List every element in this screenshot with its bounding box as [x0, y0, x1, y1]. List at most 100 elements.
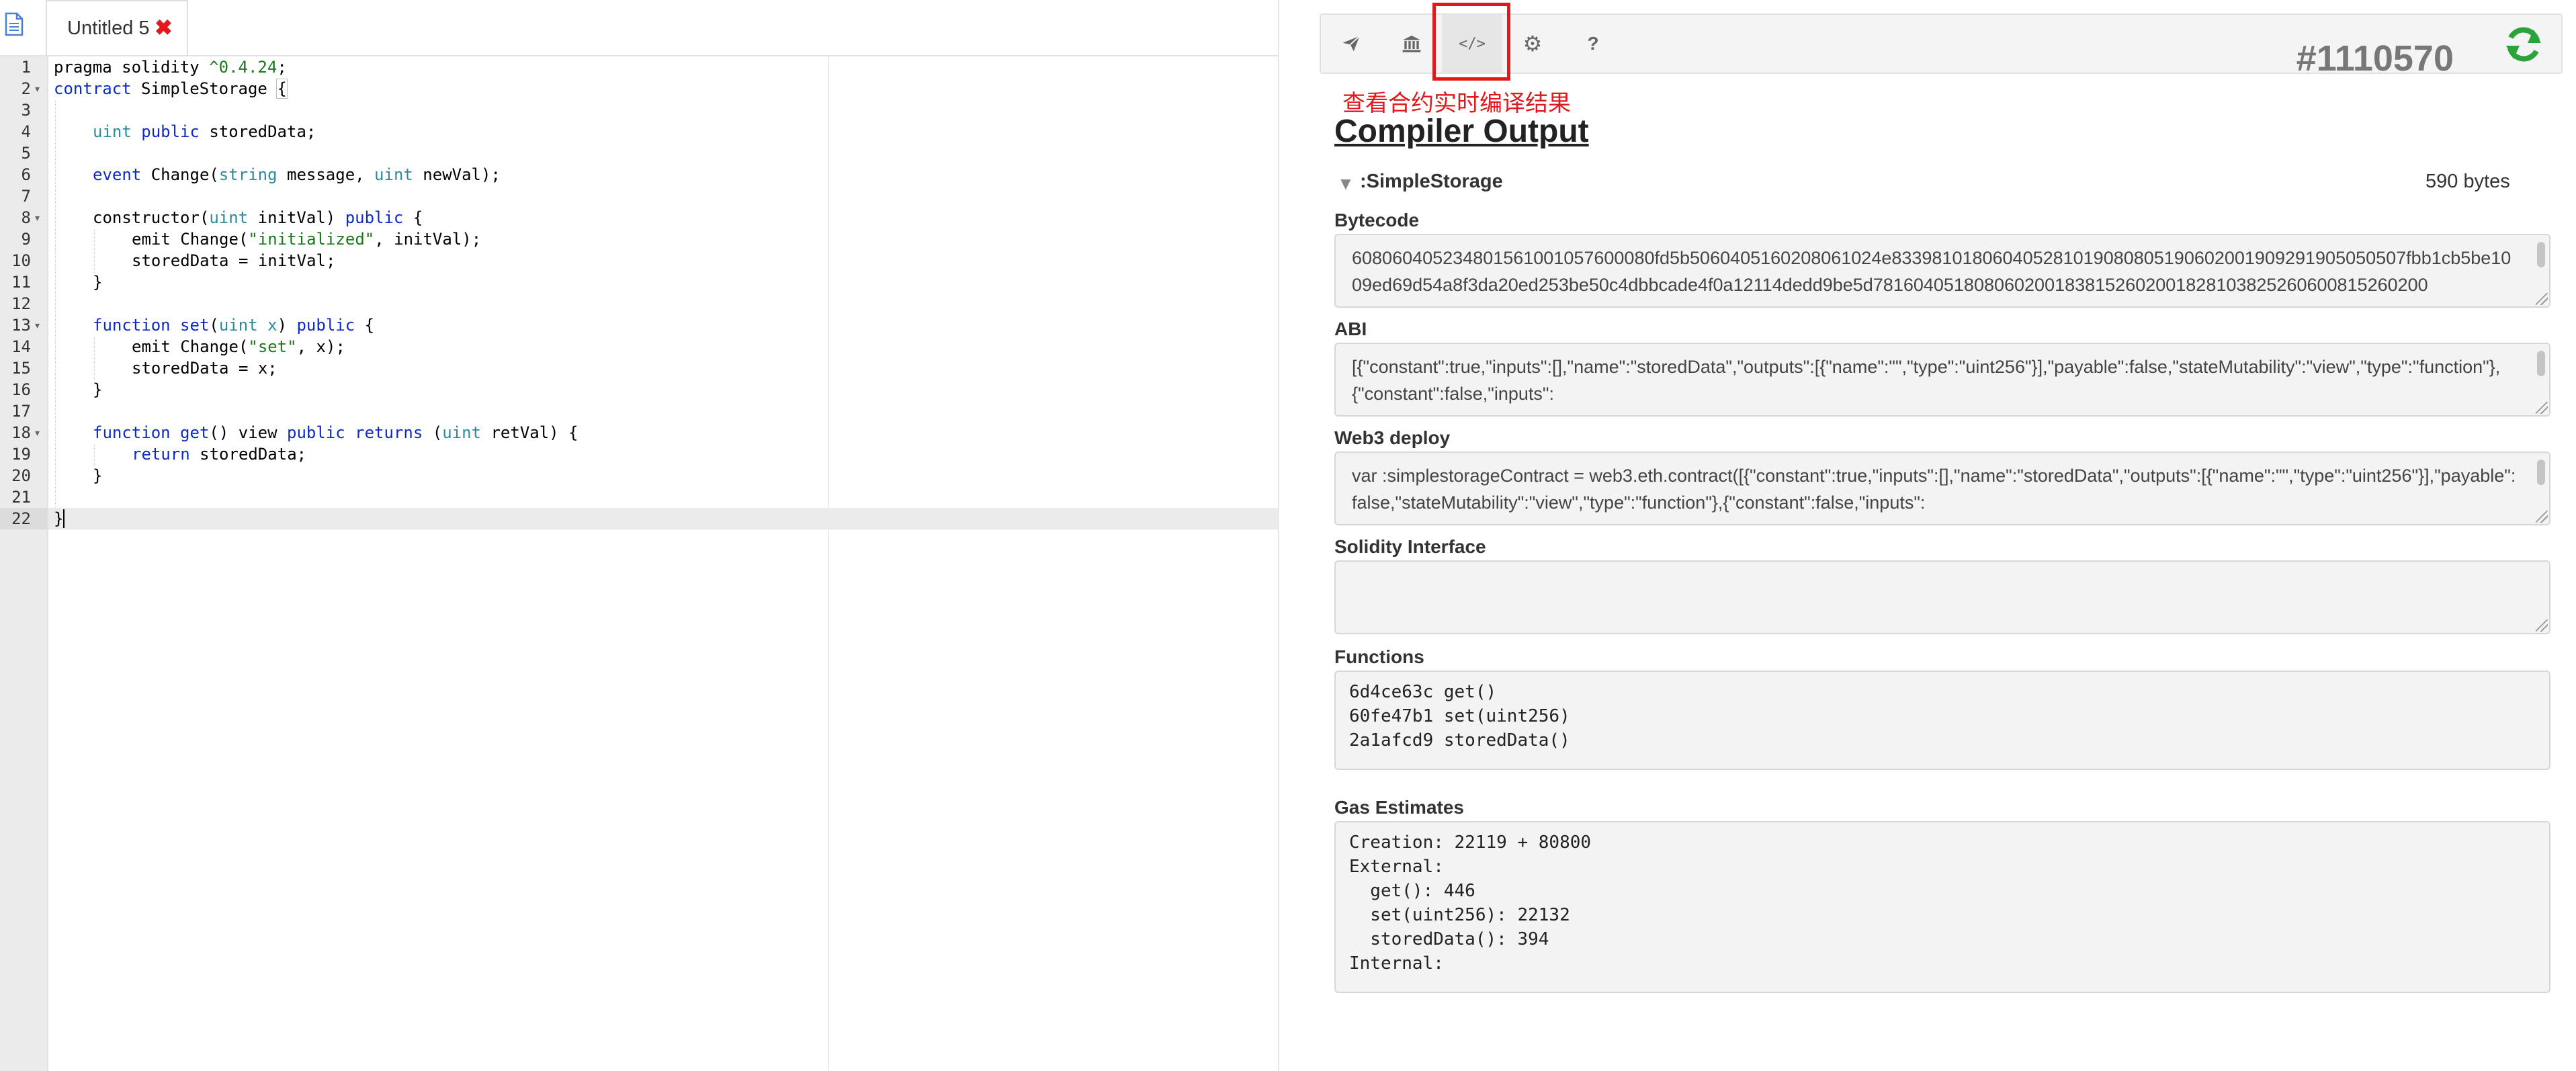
code-line[interactable]: storedData = x; — [132, 359, 277, 378]
line-number: 9 — [21, 230, 31, 249]
code-line[interactable]: return storedData; — [132, 445, 306, 464]
gas-line: Creation: 22119 + 80800 — [1349, 832, 1592, 853]
code-line[interactable]: emit Change("set", x); — [132, 337, 345, 356]
print-margin-line — [828, 56, 829, 1071]
code-line[interactable]: emit Change("initialized", initVal); — [132, 230, 481, 249]
gear-icon: ⚙ — [1522, 32, 1543, 56]
line-number: 17 — [11, 402, 31, 421]
help-tab-button[interactable]: ? — [1563, 15, 1623, 73]
line-number: 1 — [21, 58, 31, 77]
settings-tab-button[interactable]: ⚙ — [1502, 15, 1563, 73]
annotation-highlight-box — [1432, 3, 1510, 81]
active-line-highlight — [48, 508, 1279, 529]
run-tab-button[interactable] — [1321, 15, 1381, 73]
refresh-icon[interactable] — [2502, 23, 2545, 66]
bytecode-textarea[interactable]: 608060405234801561001057600080fd5b506040… — [1334, 234, 2550, 308]
fold-arrow-icon[interactable]: ▾ — [35, 427, 40, 439]
function-signature: 2a1afcd9 storedData() — [1349, 730, 1570, 751]
web3-deploy-text: var :simplestorageContract = web3.eth.co… — [1352, 466, 2516, 513]
file-tab-bar: Untitled 5 ✖ — [0, 0, 1279, 56]
bytecode-label: Bytecode — [1334, 210, 1420, 230]
gas-estimates-list: Creation: 22119 + 80800 External: get(): … — [1349, 830, 1591, 976]
gas-line: get(): 446 — [1349, 881, 1475, 901]
fold-arrow-icon[interactable]: ▾ — [35, 212, 40, 224]
gas-line: Internal: — [1349, 953, 1444, 974]
scrollbar[interactable] — [2537, 351, 2545, 376]
functions-label: Functions — [1334, 646, 1424, 667]
code-line[interactable]: pragma solidity ^0.4.24; — [54, 58, 287, 77]
function-signature: 6d4ce63c get() — [1349, 682, 1497, 702]
indent-guide — [94, 230, 95, 273]
abi-text: [{"constant":true,"inputs":[],"name":"st… — [1352, 357, 2501, 404]
code-line[interactable]: function set(uint x) public { — [93, 316, 374, 335]
paper-plane-icon — [1342, 36, 1361, 52]
line-number: 11 — [11, 273, 31, 292]
solidity-interface-label: Solidity Interface — [1334, 536, 1486, 557]
resize-handle-icon[interactable] — [2536, 402, 2548, 414]
scrollbar[interactable] — [2537, 460, 2545, 485]
fold-arrow-icon[interactable]: ▾ — [35, 320, 40, 331]
line-number: 18 — [11, 423, 31, 442]
web3-deploy-textarea[interactable]: var :simplestorageContract = web3.eth.co… — [1334, 452, 2550, 525]
code-line[interactable]: } — [93, 273, 102, 292]
gas-estimates-label: Gas Estimates — [1334, 797, 1464, 818]
indent-guide — [94, 337, 95, 380]
line-number: 7 — [21, 187, 31, 206]
contract-name[interactable]: :SimpleStorage — [1360, 171, 1503, 193]
solidity-interface-textarea[interactable] — [1334, 560, 2550, 634]
function-signature: 60fe47b1 set(uint256) — [1349, 706, 1570, 726]
collapse-arrow-icon[interactable]: ▼ — [1337, 173, 1355, 194]
line-number: 8 — [21, 208, 31, 227]
functions-box: 6d4ce63c get() 60fe47b1 set(uint256) 2a1af… — [1334, 671, 2550, 770]
bytecode-text: 608060405234801561001057600080fd5b506040… — [1352, 248, 2511, 295]
indent-guide — [55, 101, 56, 508]
fold-arrow-icon[interactable]: ▾ — [35, 83, 40, 95]
line-number: 2 — [21, 79, 31, 98]
resize-handle-icon[interactable] — [2536, 619, 2548, 632]
functions-list: 6d4ce63c get() 60fe47b1 set(uint256) 2a1af… — [1349, 680, 1570, 753]
resize-handle-icon[interactable] — [2536, 293, 2548, 305]
code-line[interactable]: } — [54, 509, 65, 528]
scrollbar[interactable] — [2537, 242, 2545, 267]
line-number: 15 — [11, 359, 31, 378]
line-number: 12 — [11, 294, 31, 313]
close-icon[interactable]: ✖ — [155, 15, 173, 40]
gas-estimates-box: Creation: 22119 + 80800 External: get(): … — [1334, 821, 2550, 993]
code-line[interactable]: uint public storedData; — [93, 122, 316, 141]
code-line[interactable]: contract SimpleStorage { — [54, 79, 288, 99]
file-tab-label: Untitled 5 — [67, 17, 150, 39]
contract-size: 590 bytes — [2425, 171, 2510, 192]
resize-handle-icon[interactable] — [2536, 511, 2548, 523]
line-number: 14 — [11, 337, 31, 356]
code-line[interactable]: constructor(uint initVal) public { — [93, 208, 423, 227]
abi-textarea[interactable]: [{"constant":true,"inputs":[],"name":"st… — [1334, 343, 2550, 417]
line-number: 19 — [11, 445, 31, 464]
code-line[interactable]: } — [93, 466, 102, 485]
web3-deploy-label: Web3 deploy — [1334, 427, 1451, 448]
line-number: 10 — [11, 251, 31, 270]
text-cursor — [63, 509, 65, 528]
question-icon: ? — [1587, 33, 1599, 54]
code-line[interactable]: } — [93, 380, 102, 399]
line-number: 22 — [11, 509, 31, 528]
code-editor-pane: Untitled 5 ✖ 1 2 3 4 5 6 7 8 9 10 11 12 … — [0, 0, 1279, 1071]
code-line[interactable]: function get() view public returns (uint… — [93, 423, 578, 442]
line-number: 20 — [11, 466, 31, 485]
line-number: 13 — [11, 316, 31, 335]
line-number: 5 — [21, 144, 31, 163]
gas-line: set(uint256): 22132 — [1349, 905, 1570, 925]
indent-guide — [94, 445, 95, 466]
line-number: 3 — [21, 101, 31, 120]
line-number: 6 — [21, 165, 31, 184]
block-counter: #1110570 — [2296, 38, 2454, 79]
code-line[interactable]: storedData = initVal; — [132, 251, 335, 270]
line-number: 4 — [21, 122, 31, 141]
code-line[interactable]: event Change(string message, uint newVal… — [93, 165, 501, 184]
bank-icon — [1402, 36, 1421, 52]
file-tab-untitled-5[interactable]: Untitled 5 ✖ — [46, 0, 188, 55]
line-number: 21 — [11, 488, 31, 507]
abi-label: ABI — [1334, 318, 1367, 339]
file-document-icon[interactable] — [4, 12, 24, 36]
gas-line: External: — [1349, 857, 1444, 877]
line-number: 16 — [11, 380, 31, 399]
